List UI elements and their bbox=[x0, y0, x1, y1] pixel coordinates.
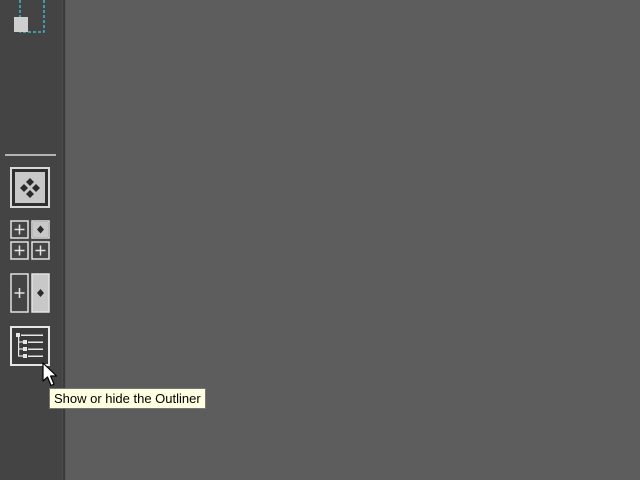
select-object-icon bbox=[14, 0, 45, 33]
select-object-tool-button[interactable] bbox=[12, 0, 48, 34]
four-view-icon bbox=[10, 220, 50, 260]
outliner-tooltip: Show or hide the Outliner bbox=[49, 388, 206, 409]
outliner-icon bbox=[10, 326, 50, 366]
persp-outliner-layout-button[interactable] bbox=[10, 273, 50, 314]
side-by-side-view-icon bbox=[10, 273, 50, 313]
maya-window: Show or hide the Outliner bbox=[0, 0, 640, 480]
single-view-icon bbox=[10, 167, 50, 208]
outliner-toggle-button[interactable] bbox=[10, 326, 50, 366]
single-perspective-view-button[interactable] bbox=[10, 167, 50, 208]
toolbox-divider bbox=[5, 154, 56, 156]
four-view-layout-button[interactable] bbox=[10, 220, 50, 261]
